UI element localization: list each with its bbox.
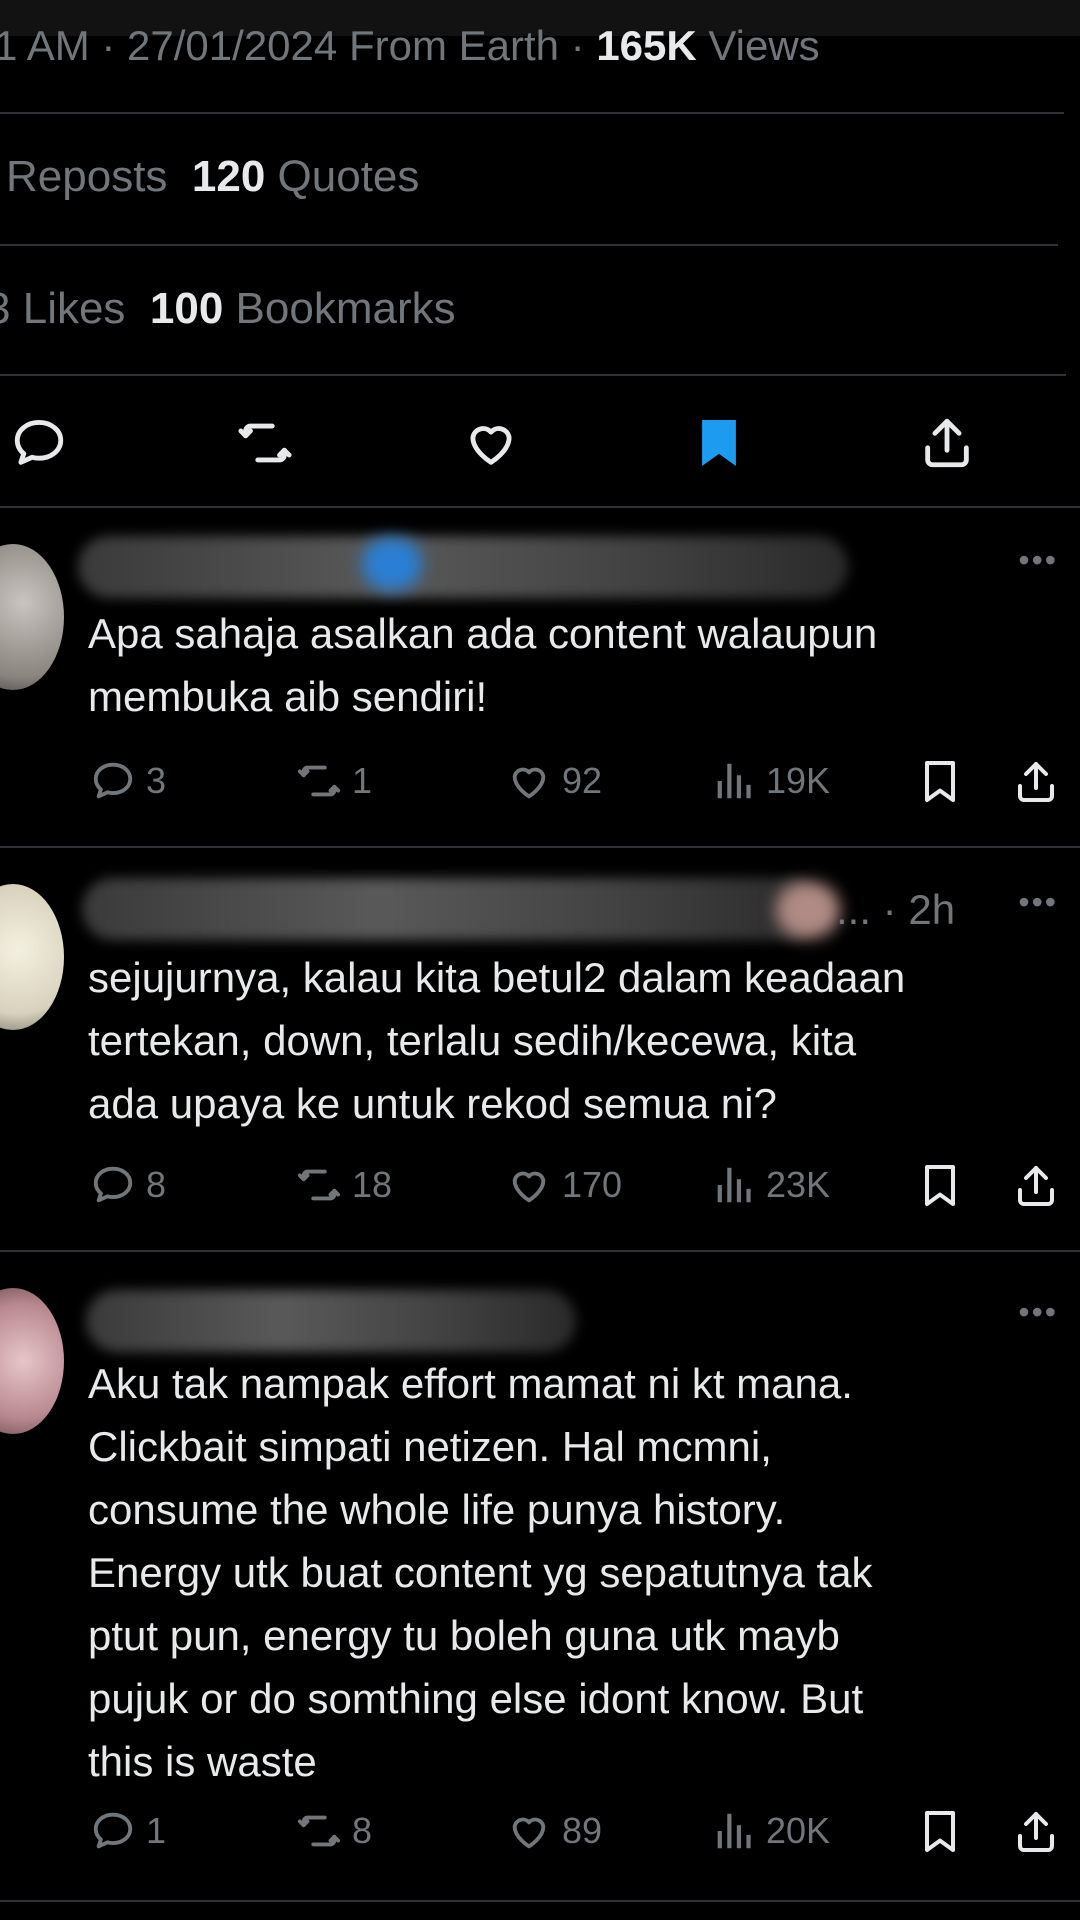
author-name-blurred [86, 1290, 576, 1352]
bookmark-button[interactable] [916, 1162, 964, 1210]
views-count: 19K [766, 760, 831, 801]
like-count: 92 [562, 760, 603, 801]
avatar[interactable] [0, 884, 64, 1030]
avatar[interactable] [0, 544, 64, 690]
tweet-meta: 1 AM · 27/01/2024 From Earth · 165K View… [0, 22, 820, 70]
like-icon [470, 426, 512, 465]
tweet-date: 27/01/2024 [127, 22, 338, 69]
share-icon [1018, 762, 1054, 802]
like-icon [512, 1171, 546, 1203]
reply-count-button[interactable]: 1 [90, 1808, 166, 1854]
views-icon [717, 763, 751, 799]
like-count: 170 [562, 1164, 623, 1205]
bookmark-button[interactable] [916, 1808, 964, 1856]
bookmark-filled-icon [702, 420, 736, 466]
like-button[interactable] [456, 408, 526, 478]
share-button[interactable] [1012, 1162, 1060, 1210]
reply-icon [93, 1812, 133, 1849]
repost-button[interactable] [230, 408, 300, 478]
reply-tweet[interactable]: ••• Aku tak nampak effort mamat ni kt ma… [0, 1252, 1080, 1902]
repost-icon [297, 1815, 341, 1847]
quotes-link[interactable]: Quotes [278, 152, 420, 201]
bookmark-icon [925, 1165, 955, 1206]
author-name-blurred [78, 536, 848, 598]
reply-icon [93, 762, 133, 799]
quotes-count[interactable]: 120 [192, 152, 265, 201]
reply-metrics: 3 1 92 19K [0, 758, 1080, 814]
views-count: 20K [766, 1810, 831, 1851]
like-count-button[interactable]: 92 [506, 758, 602, 804]
repost-icon [297, 1169, 341, 1201]
like-icon [512, 767, 546, 799]
likes-link[interactable]: Likes [23, 284, 126, 333]
repost-count-button[interactable]: 18 [296, 1162, 392, 1208]
likes-count[interactable]: 3 [0, 284, 10, 333]
tweet-source: From Earth [348, 22, 559, 69]
share-button[interactable] [1012, 1808, 1060, 1856]
views-count-button[interactable]: 20K [710, 1808, 830, 1854]
bookmarks-link[interactable]: Bookmarks [236, 284, 456, 333]
views-label: Views [708, 22, 820, 69]
reply-count: 8 [146, 1164, 167, 1205]
repost-count: 8 [352, 1810, 373, 1851]
views-count: 23K [766, 1164, 831, 1205]
share-icon [1018, 1812, 1054, 1852]
bookmark-button-active[interactable] [684, 408, 754, 478]
more-options-button[interactable]: ••• [1018, 1294, 1058, 1331]
share-button[interactable] [1012, 758, 1060, 806]
more-options-button[interactable]: ••• [1018, 542, 1058, 579]
divider [0, 244, 1058, 246]
bookmark-button[interactable] [916, 758, 964, 806]
like-count: 89 [562, 1810, 603, 1851]
tweet-action-bar [0, 408, 1080, 478]
tweet-time: 1 AM [0, 22, 90, 69]
bookmarks-count[interactable]: 100 [150, 284, 223, 333]
share-icon [925, 418, 969, 468]
like-count-button[interactable]: 170 [506, 1162, 622, 1208]
verified-badge-blurred [362, 538, 422, 590]
reply-metrics: 8 18 170 23K [0, 1162, 1080, 1218]
verified-badge-blurred [776, 882, 840, 938]
reply-metrics: 1 8 89 20K [0, 1808, 1080, 1864]
divider [0, 1900, 1080, 1902]
reply-button[interactable] [4, 408, 74, 478]
repost-count: 18 [352, 1164, 393, 1205]
views-icon [717, 1167, 751, 1203]
reply-text: sejujurnya, kalau kita betul2 dalam kead… [88, 954, 906, 1127]
reply-count: 1 [146, 1810, 167, 1851]
likes-bookmarks-row: 3 Likes 100 Bookmarks [0, 284, 456, 334]
share-icon [1018, 1166, 1054, 1206]
reposts-quotes-row: Reposts 120 Quotes [6, 152, 419, 202]
reply-count-button[interactable]: 3 [90, 758, 166, 804]
share-button[interactable] [912, 408, 982, 478]
reply-icon [93, 1166, 133, 1203]
reply-count: 3 [146, 760, 167, 801]
more-options-button[interactable]: ••• [1018, 884, 1058, 921]
repost-count-button[interactable]: 8 [296, 1808, 372, 1854]
views-count-button[interactable]: 19K [710, 758, 830, 804]
bookmark-icon [925, 761, 955, 802]
reply-tweet[interactable]: ••• Apa sahaja asalkan ada content walau… [0, 506, 1080, 844]
reply-icon [14, 420, 64, 465]
like-icon [512, 1817, 546, 1849]
reply-timestamp[interactable]: ... · 2h [836, 886, 955, 934]
views-count: 165K [596, 22, 697, 69]
repost-count: 1 [352, 760, 373, 801]
bookmark-icon [925, 1811, 955, 1852]
repost-icon [297, 765, 341, 797]
repost-icon [238, 423, 292, 463]
reply-count-button[interactable]: 8 [90, 1162, 166, 1208]
reply-text: Aku tak nampak effort mamat ni kt mana. … [88, 1360, 873, 1785]
like-count-button[interactable]: 89 [506, 1808, 602, 1854]
reposts-link[interactable]: Reposts [6, 152, 167, 201]
views-icon [717, 1813, 751, 1849]
avatar[interactable] [0, 1288, 64, 1434]
divider [0, 112, 1064, 114]
reply-tweet[interactable]: ... · 2h ••• sejujurnya, kalau kita betu… [0, 848, 1080, 1248]
repost-count-button[interactable]: 1 [296, 758, 372, 804]
author-name-blurred [82, 878, 822, 940]
divider [0, 374, 1066, 376]
reply-text: Apa sahaja asalkan ada content walaupun … [88, 610, 878, 720]
views-count-button[interactable]: 23K [710, 1162, 830, 1208]
